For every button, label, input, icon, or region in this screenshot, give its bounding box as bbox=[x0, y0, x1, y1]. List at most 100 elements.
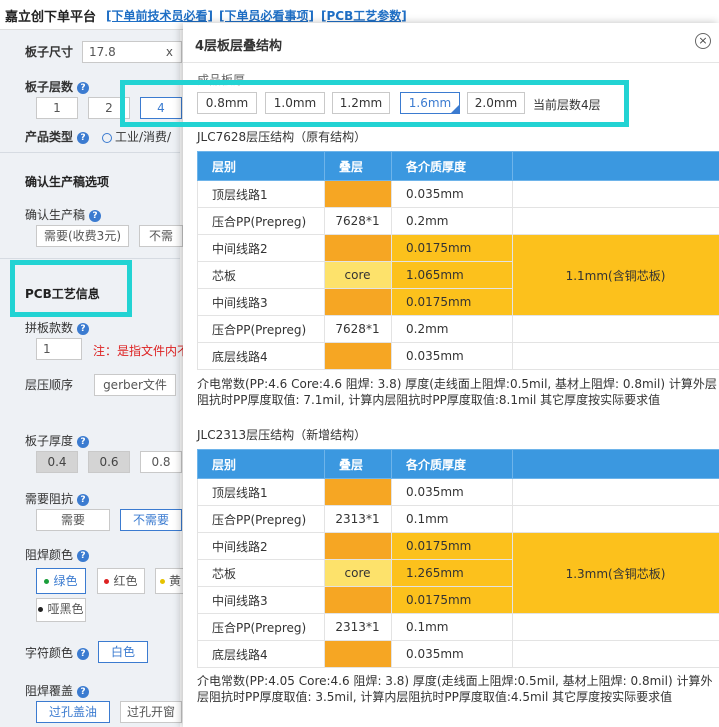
mask-color-yellow[interactable]: 黄 bbox=[155, 568, 185, 594]
column-header-layer: 层别 bbox=[197, 449, 325, 479]
layer-name: 压合PP(Prepreg) bbox=[197, 207, 325, 235]
help-icon[interactable]: ? bbox=[77, 493, 90, 506]
help-icon[interactable]: ? bbox=[77, 322, 90, 335]
app-title: 嘉立创下单平台 bbox=[5, 10, 97, 25]
core-total-cell: 1.1mm(含铜芯板) bbox=[512, 234, 719, 316]
table-row: 压合PP(Prepreg) 2313*1 0.1mm bbox=[197, 505, 719, 533]
layers-label: 板子层数? bbox=[25, 78, 90, 95]
blank-cell bbox=[512, 640, 719, 668]
column-header-stack: 叠层 bbox=[324, 151, 392, 181]
panel-count-label: 拼板款数? bbox=[25, 319, 90, 336]
layer-name: 底层线路4 bbox=[197, 342, 325, 370]
thickness-value: 0.0175mm bbox=[391, 532, 513, 560]
thickness-value: 0.0175mm bbox=[391, 586, 513, 614]
stack-cell: core bbox=[324, 559, 392, 587]
blank-cell bbox=[512, 315, 719, 343]
impedance-option-no[interactable]: 不需要 bbox=[120, 509, 182, 531]
layer-name: 芯板 bbox=[197, 559, 325, 587]
thickness-value: 0.2mm bbox=[391, 207, 513, 235]
structure-1-title: JLC7628层压结构（原有结构） bbox=[197, 130, 367, 144]
link-tech-must-read[interactable]: [下单前技术员必看] bbox=[106, 7, 213, 24]
help-icon[interactable]: ? bbox=[77, 549, 90, 562]
table-row: 中间线路2 0.0175mm 1.3mm(含铜芯板) bbox=[197, 532, 719, 614]
stack-cell: 7628*1 bbox=[324, 315, 392, 343]
thickness-value: 1.265mm bbox=[391, 559, 513, 587]
close-icon[interactable]: × bbox=[695, 33, 711, 49]
mask-color-red[interactable]: 红色 bbox=[97, 568, 145, 594]
table-row: 压合PP(Prepreg) 7628*1 0.2mm bbox=[197, 207, 719, 235]
help-icon[interactable]: ? bbox=[89, 209, 102, 222]
layer-name: 中间线路3 bbox=[197, 586, 325, 614]
stack-cell bbox=[324, 586, 392, 614]
confirm-option-paid[interactable]: 需要(收费3元) bbox=[36, 225, 129, 247]
table-header-row: 层别 叠层 各介质厚度 bbox=[197, 449, 719, 479]
thickness-value: 0.0175mm bbox=[391, 288, 513, 316]
stack-order-label: 层压顺序 bbox=[25, 378, 74, 392]
thickness-option-0-8[interactable]: 0.8 bbox=[140, 451, 182, 473]
table-row: 压合PP(Prepreg) 7628*1 0.2mm bbox=[197, 315, 719, 343]
link-pcb-params[interactable]: [PCB工艺参数] bbox=[321, 7, 407, 24]
mask-color-label: 阻焊颜色? bbox=[25, 546, 90, 563]
panel-count-input[interactable]: 1 bbox=[36, 338, 82, 360]
help-icon[interactable]: ? bbox=[77, 647, 90, 660]
help-icon[interactable]: ? bbox=[77, 685, 90, 698]
mask-cover-open[interactable]: 过孔开窗 bbox=[120, 701, 182, 723]
green-dot-icon bbox=[44, 579, 50, 584]
silk-color-white[interactable]: 白色 bbox=[98, 641, 148, 663]
column-header-stack: 叠层 bbox=[324, 449, 392, 479]
radio-icon bbox=[102, 132, 112, 143]
mask-color-green[interactable]: 绿色 bbox=[36, 568, 86, 594]
link-order-notes[interactable]: [下单员必看事项] bbox=[219, 7, 314, 24]
stack-cell: 7628*1 bbox=[324, 207, 392, 235]
confirm-label: 确认生产稿? bbox=[25, 206, 102, 223]
column-header-thickness: 各介质厚度 bbox=[391, 151, 513, 181]
mask-color-matte-black[interactable]: 哑黑色 bbox=[36, 598, 86, 622]
table-row: 底层线路4 0.035mm bbox=[197, 342, 719, 370]
stack-cell bbox=[324, 640, 392, 668]
layer-name: 压合PP(Prepreg) bbox=[197, 613, 325, 641]
red-dot-icon bbox=[104, 579, 110, 584]
thickness-value: 0.1mm bbox=[391, 505, 513, 533]
board-size-input[interactable]: 17.8 x bbox=[82, 41, 182, 63]
confirm-option-no[interactable]: 不需 bbox=[139, 225, 183, 247]
table-header-row: 层别 叠层 各介质厚度 bbox=[197, 151, 719, 181]
blank-cell bbox=[512, 613, 719, 641]
thickness-label: 板子厚度? bbox=[25, 432, 90, 449]
table-row: 顶层线路1 0.035mm bbox=[197, 478, 719, 506]
layer-name: 压合PP(Prepreg) bbox=[197, 315, 325, 343]
modal-header: 4层板层叠结构 × bbox=[183, 23, 719, 63]
product-type-radio[interactable]: 工业/消费/ bbox=[102, 128, 171, 145]
board-size-label: 板子尺寸 bbox=[25, 45, 74, 59]
modal-title: 4层板层叠结构 bbox=[195, 39, 283, 54]
mask-cover-plug[interactable]: 过孔盖油 bbox=[36, 701, 110, 723]
table-row: 压合PP(Prepreg) 2313*1 0.1mm bbox=[197, 613, 719, 641]
layer-option-1[interactable]: 1 bbox=[36, 97, 78, 119]
thickness-option-0-4[interactable]: 0.4 bbox=[36, 451, 78, 473]
layer-name: 压合PP(Prepreg) bbox=[197, 505, 325, 533]
stack-order-select[interactable]: gerber文件 bbox=[94, 374, 176, 396]
highlight-thickness-row bbox=[120, 80, 629, 127]
impedance-option-yes[interactable]: 需要 bbox=[36, 509, 110, 531]
table-row: 顶层线路1 0.035mm bbox=[197, 180, 719, 208]
layer-name: 中间线路2 bbox=[197, 532, 325, 560]
confirm-section-title: 确认生产稿选项 bbox=[25, 175, 110, 189]
stack-cell bbox=[324, 234, 392, 262]
help-icon[interactable]: ? bbox=[77, 81, 90, 94]
layer-name: 中间线路2 bbox=[197, 234, 325, 262]
stack-cell: 2313*1 bbox=[324, 613, 392, 641]
stack-cell bbox=[324, 288, 392, 316]
column-header-thickness: 各介质厚度 bbox=[391, 449, 513, 479]
help-icon[interactable]: ? bbox=[77, 435, 90, 448]
divider bbox=[0, 258, 180, 259]
thickness-option-0-6[interactable]: 0.6 bbox=[88, 451, 130, 473]
product-type-label: 产品类型? bbox=[25, 128, 90, 145]
highlight-pcb-section bbox=[10, 260, 132, 317]
structure-2-title: JLC2313层压结构（新增结构） bbox=[197, 428, 367, 442]
thickness-value: 0.035mm bbox=[391, 478, 513, 506]
stack-cell bbox=[324, 180, 392, 208]
layer-name: 顶层线路1 bbox=[197, 180, 325, 208]
table-row: 中间线路2 0.0175mm 1.1mm(含铜芯板) bbox=[197, 234, 719, 316]
help-icon[interactable]: ? bbox=[77, 131, 90, 144]
order-form-panel: 板子尺寸 17.8 x 板子层数? 1 2 4 产品类型? 工业/消费/ 确认生产… bbox=[0, 30, 189, 727]
divider bbox=[0, 152, 180, 153]
